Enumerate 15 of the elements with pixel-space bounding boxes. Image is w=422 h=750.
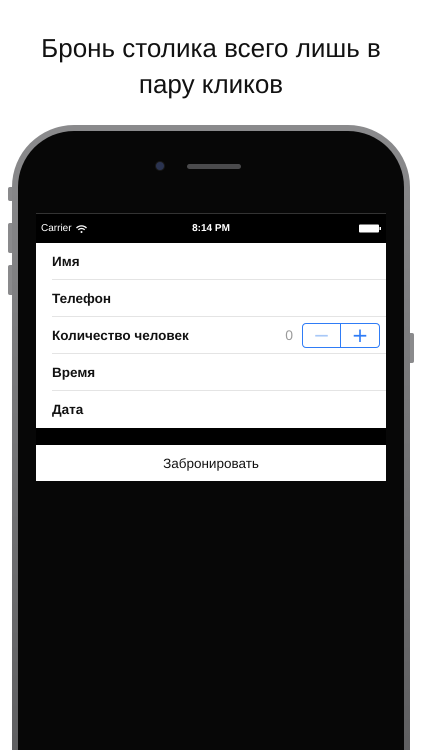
increment-button[interactable]: + <box>341 322 380 348</box>
battery-icon <box>359 224 381 233</box>
count-value: 0 <box>285 327 293 343</box>
wifi-icon <box>76 224 87 232</box>
field-label[interactable]: Телефон <box>52 290 380 306</box>
reserve-button[interactable]: Забронировать <box>36 445 386 481</box>
status-time: 8:14 PM <box>192 223 230 234</box>
field-label[interactable]: Дата <box>52 402 380 417</box>
speaker-icon <box>187 164 241 168</box>
field-label[interactable]: Количество человек <box>52 328 286 342</box>
carrier-label: Carrier <box>41 223 72 234</box>
field-label[interactable]: Время <box>52 364 380 380</box>
camera-icon <box>155 161 165 171</box>
field-label[interactable]: Имя <box>52 254 380 268</box>
headline: Бронь столика всего лишь в пару кликов <box>40 32 382 101</box>
